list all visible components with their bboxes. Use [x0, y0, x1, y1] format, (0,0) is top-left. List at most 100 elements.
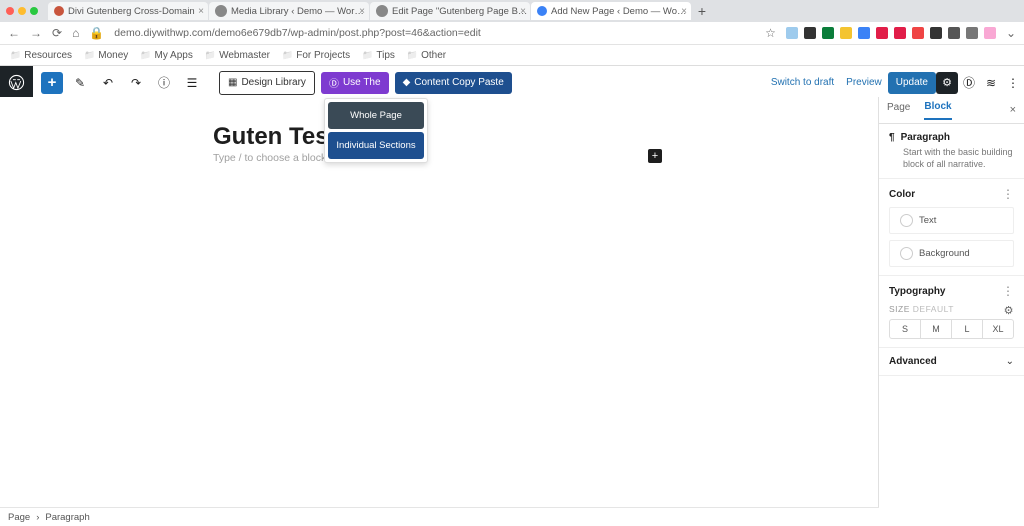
settings-sidebar: Page Block × ¶ Paragraph Start with the b…	[878, 97, 1024, 526]
individual-sections-option[interactable]: Individual Sections	[328, 132, 424, 159]
bookmark-folder[interactable]: Money	[84, 50, 128, 61]
chevron-down-icon[interactable]: ⌄	[1006, 26, 1016, 40]
extension-icon[interactable]	[876, 27, 888, 39]
window-controls	[6, 7, 38, 15]
back-icon[interactable]: ←	[8, 26, 20, 40]
more-icon[interactable]: ⋮	[1002, 187, 1014, 201]
bookmark-folder[interactable]: Webmaster	[205, 50, 270, 61]
bookmark-folder[interactable]: Other	[407, 50, 446, 61]
tab-block[interactable]: Block	[924, 101, 951, 120]
breadcrumb-item[interactable]: Paragraph	[45, 512, 89, 523]
settings-button[interactable]: ⚙	[936, 72, 958, 94]
advanced-panel[interactable]: Advanced ⌄	[879, 348, 1024, 376]
wp-logo[interactable]	[0, 66, 33, 99]
typography-panel: Typography⋮ SIZE DEFAULT⚙ S M L XL	[879, 276, 1024, 348]
panel-title: Advanced	[889, 356, 937, 367]
add-block-inline-button[interactable]: +	[648, 149, 662, 163]
tab-page[interactable]: Page	[887, 102, 910, 119]
background-color-button[interactable]: Background	[889, 240, 1014, 267]
paragraph-icon: ¶	[889, 132, 895, 143]
bookmark-folder[interactable]: Resources	[10, 50, 72, 61]
reload-icon[interactable]: ⟳	[52, 26, 62, 40]
home-icon[interactable]: ⌂	[72, 26, 79, 40]
block-info: ¶ Paragraph Start with the basic building…	[879, 124, 1024, 179]
design-library-button[interactable]: ▦ Design Library	[219, 71, 315, 95]
sliders-icon[interactable]: ⚙	[1004, 304, 1014, 317]
editor-canvas[interactable]: Guten Test Type / to choose a block +	[0, 97, 879, 508]
wordpress-icon	[8, 74, 25, 91]
update-button[interactable]: Update	[888, 72, 936, 94]
more-icon[interactable]: ⋮	[1002, 284, 1014, 298]
extension-icon[interactable]	[858, 27, 870, 39]
content-copy-paste-menu: Whole Page Individual Sections	[324, 98, 428, 163]
browser-tab-active[interactable]: Add New Page ‹ Demo — Wo…×	[531, 2, 691, 20]
divi-toggle-icon[interactable]: Ⓓ	[958, 72, 980, 94]
size-l[interactable]: L	[952, 320, 983, 338]
add-block-button[interactable]: +	[41, 72, 63, 94]
browser-tab[interactable]: Media Library ‹ Demo — Wor…×	[209, 2, 369, 20]
forward-icon[interactable]: →	[30, 26, 42, 40]
size-xl[interactable]: XL	[983, 320, 1013, 338]
undo-icon[interactable]: ↶	[97, 72, 119, 94]
size-m[interactable]: M	[921, 320, 952, 338]
size-s[interactable]: S	[890, 320, 921, 338]
diamond-icon: ◆	[403, 77, 411, 88]
content-copy-paste-button[interactable]: ◆ Content Copy Paste	[395, 72, 512, 94]
panel-title: Color	[889, 189, 915, 200]
extension-icon[interactable]	[948, 27, 960, 39]
favicon-icon	[537, 6, 547, 16]
tailwind-icon[interactable]: ≋	[980, 72, 1002, 94]
editor-header: + ✎ ↶ ↷ ⓘ ☰ ▦ Design Library Ⓓ Use The ◆…	[0, 66, 1024, 100]
address-bar: ← → ⟳ ⌂ 🔒 demo.diywithwp.com/demo6e679db…	[0, 22, 1024, 45]
close-icon[interactable]: ×	[1010, 104, 1016, 116]
block-placeholder[interactable]: Type / to choose a block	[213, 152, 326, 164]
url-field[interactable]: demo.diywithwp.com/demo6e679db7/wp-admin…	[114, 27, 755, 39]
redo-icon[interactable]: ↷	[125, 72, 147, 94]
preview-link[interactable]: Preview	[840, 77, 888, 88]
star-icon[interactable]: ☆	[765, 26, 776, 40]
extension-icon[interactable]	[912, 27, 924, 39]
bookmark-folder[interactable]: For Projects	[282, 50, 350, 61]
page-title[interactable]: Guten Test	[213, 123, 337, 151]
close-icon[interactable]: ×	[681, 6, 687, 17]
browser-tab[interactable]: Divi Gutenberg Cross-Domain×	[48, 2, 208, 20]
extensions	[786, 27, 996, 39]
swatch-icon	[900, 247, 913, 260]
block-description: Start with the basic building block of a…	[889, 147, 1014, 170]
bookmark-folder[interactable]: My Apps	[140, 50, 193, 61]
extension-icon[interactable]	[930, 27, 942, 39]
list-view-icon[interactable]: ☰	[181, 72, 203, 94]
bookmark-folder[interactable]: Tips	[362, 50, 395, 61]
chevron-down-icon: ⌄	[1006, 356, 1014, 367]
extension-icon[interactable]	[804, 27, 816, 39]
new-tab-button[interactable]: +	[692, 3, 712, 19]
lock-icon: 🔒	[89, 26, 104, 40]
extension-icon[interactable]	[786, 27, 798, 39]
info-icon[interactable]: ⓘ	[153, 72, 175, 94]
extension-icon[interactable]	[984, 27, 996, 39]
whole-page-option[interactable]: Whole Page	[328, 102, 424, 129]
use-the-button[interactable]: Ⓓ Use The	[321, 72, 389, 94]
swatch-icon	[900, 214, 913, 227]
breadcrumb-item[interactable]: Page	[8, 512, 30, 523]
favicon-icon	[376, 5, 388, 17]
browser-tab[interactable]: Edit Page "Gutenberg Page B…×	[370, 2, 530, 20]
extension-icon[interactable]	[822, 27, 834, 39]
more-icon[interactable]: ⋮	[1002, 72, 1024, 94]
close-icon[interactable]: ×	[520, 6, 526, 17]
window-zoom-icon[interactable]	[30, 7, 38, 15]
block-name: Paragraph	[901, 132, 950, 143]
window-minimize-icon[interactable]	[18, 7, 26, 15]
close-icon[interactable]: ×	[198, 6, 204, 17]
tab-label: Add New Page ‹ Demo — Wo…	[551, 6, 687, 17]
divi-icon: Ⓓ	[329, 75, 339, 90]
extension-icon[interactable]	[966, 27, 978, 39]
text-color-button[interactable]: Text	[889, 207, 1014, 234]
breadcrumb: Page › Paragraph	[0, 507, 879, 526]
edit-icon[interactable]: ✎	[69, 72, 91, 94]
extension-icon[interactable]	[840, 27, 852, 39]
close-icon[interactable]: ×	[359, 6, 365, 17]
window-close-icon[interactable]	[6, 7, 14, 15]
switch-draft-link[interactable]: Switch to draft	[765, 77, 840, 88]
extension-icon[interactable]	[894, 27, 906, 39]
